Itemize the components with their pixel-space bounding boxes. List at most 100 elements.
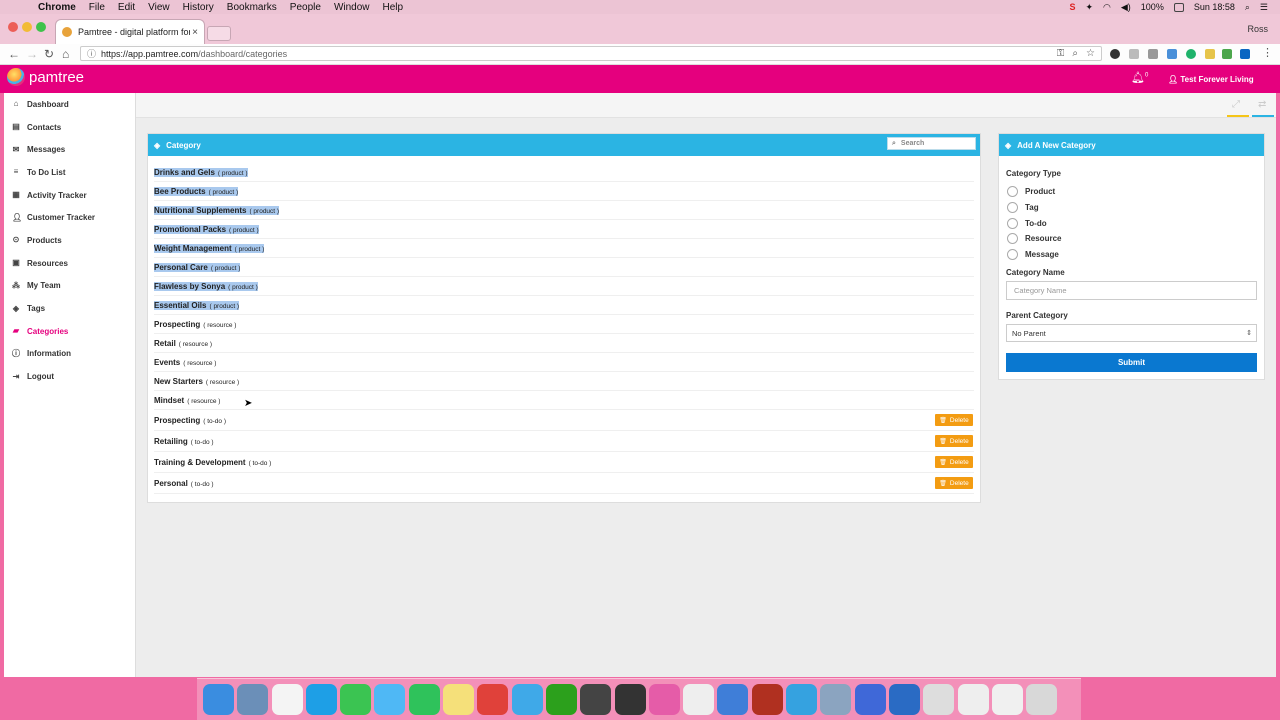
preview-icon[interactable] <box>237 684 269 715</box>
profile-name[interactable]: Ross <box>1247 24 1268 34</box>
sidebar-item-todo-list[interactable]: ≡ To Do List <box>4 161 135 184</box>
radio-circle[interactable] <box>1007 186 1018 197</box>
notification-bell-icon[interactable]: 🔔︎0 <box>1131 71 1148 84</box>
sidebar-item-contacts[interactable]: ▤ Contacts <box>4 116 135 139</box>
keynote-icon[interactable] <box>717 684 749 715</box>
category-row[interactable]: Flawless by Sonya( product ) <box>154 277 974 296</box>
chrome-menu-icon[interactable]: ⋮ <box>1262 46 1273 59</box>
new-tab-button[interactable] <box>207 26 231 41</box>
sidebar-item-my-team[interactable]: ⁂ My Team <box>4 275 135 298</box>
whatsapp-icon[interactable] <box>408 684 440 715</box>
category-row[interactable]: Prospecting( resource ) <box>154 315 974 334</box>
forward-arrow-icon[interactable]: → <box>26 47 38 61</box>
menu-file[interactable]: File <box>89 2 105 13</box>
category-name-input[interactable]: Category Name <box>1006 281 1257 300</box>
sidebar-item-categories[interactable]: ▰ Categories <box>4 320 135 343</box>
user-menu[interactable]: 👤︎ Test Forever Living <box>1168 75 1254 84</box>
radio-circle[interactable] <box>1007 202 1018 213</box>
fullscreen-icon[interactable]: ⤢ <box>1232 99 1240 110</box>
pamtree-logo[interactable]: pamtree <box>7 68 84 86</box>
menu-view[interactable]: View <box>148 2 170 13</box>
category-row[interactable]: Mindset( resource ) <box>154 391 974 410</box>
swap-icon[interactable]: ⇄ <box>1258 99 1266 110</box>
notification-center-icon[interactable]: ☰ <box>1260 2 1268 13</box>
sidebar-item-dashboard[interactable]: ⌂ Dashboard <box>4 93 135 116</box>
notes-icon[interactable] <box>443 684 475 715</box>
browser-tab[interactable]: Pamtree - digital platform for × <box>55 19 205 44</box>
sidebar-item-logout[interactable]: ⇥ Logout <box>4 365 135 388</box>
reload-icon[interactable]: ↻ <box>44 47 54 61</box>
extension-6-icon[interactable] <box>1205 49 1215 59</box>
photo-booth-icon[interactable] <box>751 684 783 715</box>
address-bar[interactable]: ⓘ https://app.pamtree.com /dashboard/cat… <box>80 46 1102 61</box>
textedit-icon[interactable] <box>683 684 715 715</box>
sidebar-item-products[interactable]: ⊙ Products <box>4 229 135 252</box>
screenflow-icon[interactable] <box>580 684 612 715</box>
category-search-input[interactable]: ⌕ Search <box>887 137 976 150</box>
messages-icon[interactable] <box>374 684 406 715</box>
category-row[interactable]: Essential Oils( product ) <box>154 296 974 315</box>
trash-icon[interactable] <box>1026 684 1058 715</box>
delete-button[interactable]: 🗑︎ Delete <box>935 435 973 447</box>
delete-button[interactable]: 🗑︎ Delete <box>935 414 973 426</box>
finder-icon[interactable] <box>203 684 234 715</box>
radio-product[interactable]: Product <box>1007 186 1055 197</box>
delete-button[interactable]: 🗑︎ Delete <box>935 477 973 489</box>
dropbox-icon[interactable]: ✦ <box>1085 2 1093 13</box>
radio-tag[interactable]: Tag <box>1007 202 1039 213</box>
linkedin-icon[interactable] <box>1240 49 1250 59</box>
wifi-icon[interactable]: ◠ <box>1103 2 1111 13</box>
radio-circle[interactable] <box>1007 218 1018 229</box>
category-row[interactable]: Weight Management( product ) <box>154 239 974 258</box>
sidebar-item-customer-tracker[interactable]: 👤︎ Customer Tracker <box>4 206 135 229</box>
close-window-button[interactable] <box>8 22 18 32</box>
bookmark-star-icon[interactable]: ☆ <box>1086 48 1095 59</box>
menu-window[interactable]: Window <box>334 2 370 13</box>
category-row[interactable]: Personal Care( product ) <box>154 258 974 277</box>
safari-icon[interactable] <box>786 684 818 715</box>
category-row[interactable]: Events( resource ) <box>154 353 974 372</box>
documents-icon[interactable] <box>957 684 989 715</box>
teams-icon[interactable] <box>854 684 886 715</box>
spotlight-icon[interactable]: ⌕ <box>1245 2 1250 13</box>
extension-7-icon[interactable] <box>1222 49 1232 59</box>
category-row[interactable]: Personal( to-do ) 🗑︎ Delete <box>154 473 974 494</box>
sidebar-item-information[interactable]: ⓘ Information <box>4 343 135 366</box>
delete-button[interactable]: 🗑︎ Delete <box>935 456 973 468</box>
sidebar-item-activity-tracker[interactable]: ▦ Activity Tracker <box>4 184 135 207</box>
menubar-clock[interactable]: Sun 18:58 <box>1194 2 1235 12</box>
category-row[interactable]: Nutritional Supplements( product ) <box>154 201 974 220</box>
calendar-icon[interactable] <box>271 684 303 715</box>
battery-level[interactable]: 100% <box>1141 2 1164 12</box>
info-icon[interactable]: ⓘ <box>87 47 96 60</box>
minimize-window-button[interactable] <box>22 22 32 32</box>
category-row[interactable]: Bee Products( product ) <box>154 182 974 201</box>
category-row[interactable]: Promotional Packs( product ) <box>154 220 974 239</box>
sidebar-item-messages[interactable]: ✉ Messages <box>4 138 135 161</box>
radio-circle[interactable] <box>1007 249 1018 260</box>
category-row[interactable]: Retailing( to-do ) 🗑︎ Delete <box>154 431 974 452</box>
radio-message[interactable]: Message <box>1007 249 1059 260</box>
category-row[interactable]: Drinks and Gels( product ) <box>154 163 974 182</box>
skype-icon[interactable] <box>305 684 337 715</box>
menu-bookmarks[interactable]: Bookmarks <box>227 2 277 13</box>
downloads-icon[interactable] <box>923 684 955 715</box>
itunes-icon[interactable] <box>648 684 680 715</box>
submit-button[interactable]: Submit <box>1006 353 1257 372</box>
close-tab-icon[interactable]: × <box>192 27 198 38</box>
menu-help[interactable]: Help <box>383 2 404 13</box>
numbers-icon[interactable] <box>511 684 543 715</box>
extension-1-icon[interactable] <box>1110 49 1120 59</box>
extension-2-icon[interactable] <box>1129 49 1139 59</box>
stack-icon[interactable] <box>991 684 1023 715</box>
menu-history[interactable]: History <box>183 2 214 13</box>
sidebar-item-tags[interactable]: ◈ Tags <box>4 297 135 320</box>
grammarly-icon[interactable] <box>1186 49 1196 59</box>
category-row[interactable]: New Starters( resource ) <box>154 372 974 391</box>
facetime-icon[interactable] <box>340 684 372 715</box>
menu-people[interactable]: People <box>290 2 321 13</box>
inkscape-icon[interactable] <box>614 684 646 715</box>
back-arrow-icon[interactable]: ← <box>8 47 20 61</box>
radio-resource[interactable]: Resource <box>1007 233 1061 244</box>
category-row[interactable]: Retail( resource ) <box>154 334 974 353</box>
